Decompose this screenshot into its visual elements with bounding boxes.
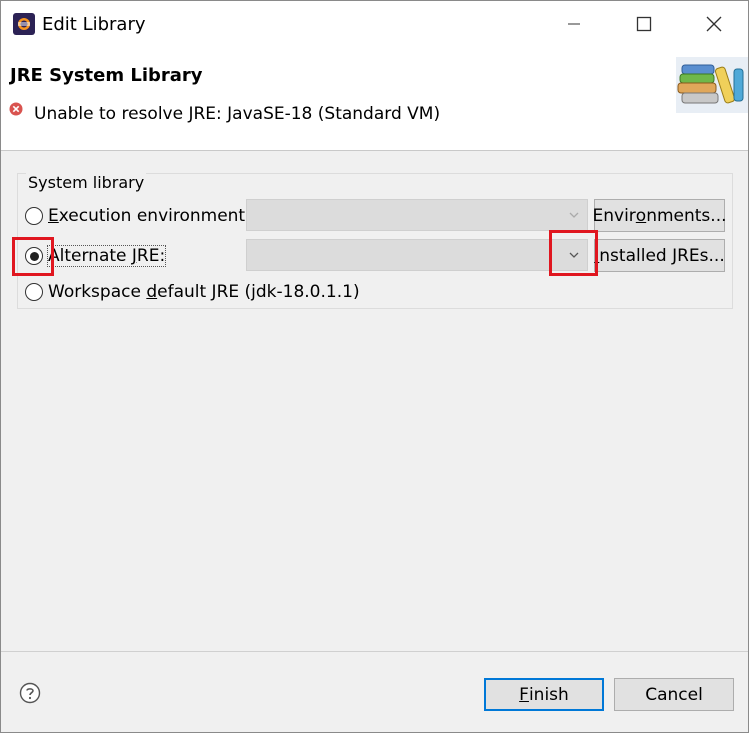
edit-library-dialog: Edit Library JRE System Library Unable t… bbox=[0, 0, 749, 733]
close-button[interactable] bbox=[684, 1, 744, 47]
environments-button[interactable]: Envir o nments... bbox=[593, 199, 727, 232]
radio-button[interactable] bbox=[25, 207, 43, 225]
radio-label: Alternate JRE: bbox=[46, 245, 167, 267]
radio-label: Workspace default JRE (jdk-18.0.1.1) bbox=[48, 282, 360, 302]
close-icon bbox=[706, 16, 722, 32]
maximize-icon bbox=[636, 16, 652, 32]
window-title: Edit Library bbox=[42, 14, 146, 35]
minimize-button[interactable] bbox=[544, 1, 604, 47]
error-message: Unable to resolve JRE: JavaSE-18 (Standa… bbox=[34, 104, 441, 124]
page-title: JRE System Library bbox=[10, 65, 203, 86]
footer-separator bbox=[1, 651, 748, 652]
group-label: System library bbox=[26, 173, 147, 192]
alternate-jre-combo[interactable] bbox=[246, 239, 588, 271]
dialog-header: JRE System Library Unable to resolve JRE… bbox=[1, 47, 748, 151]
highlight-box-dropdown bbox=[549, 230, 598, 276]
radio-label: Execution environment: bbox=[48, 206, 251, 226]
cancel-button[interactable]: Cancel bbox=[614, 678, 734, 711]
title-bar: Edit Library bbox=[1, 1, 748, 47]
maximize-button[interactable] bbox=[614, 1, 674, 47]
installed-jres-button[interactable]: Installed JREs... bbox=[594, 239, 725, 272]
radio-button[interactable] bbox=[25, 283, 43, 301]
library-books-icon bbox=[676, 57, 748, 113]
help-icon[interactable] bbox=[19, 682, 41, 704]
eclipse-app-icon bbox=[13, 13, 35, 35]
minimize-icon bbox=[568, 23, 580, 25]
radio-execution-environment[interactable]: Execution environment: bbox=[25, 206, 251, 226]
error-icon bbox=[9, 102, 23, 116]
radio-workspace-default-jre[interactable]: Workspace default JRE (jdk-18.0.1.1) bbox=[25, 282, 360, 302]
execution-environment-combo[interactable] bbox=[246, 199, 588, 231]
highlight-box-radio bbox=[12, 237, 54, 276]
chevron-down-icon bbox=[569, 212, 579, 218]
finish-button[interactable]: Finish bbox=[484, 678, 604, 711]
